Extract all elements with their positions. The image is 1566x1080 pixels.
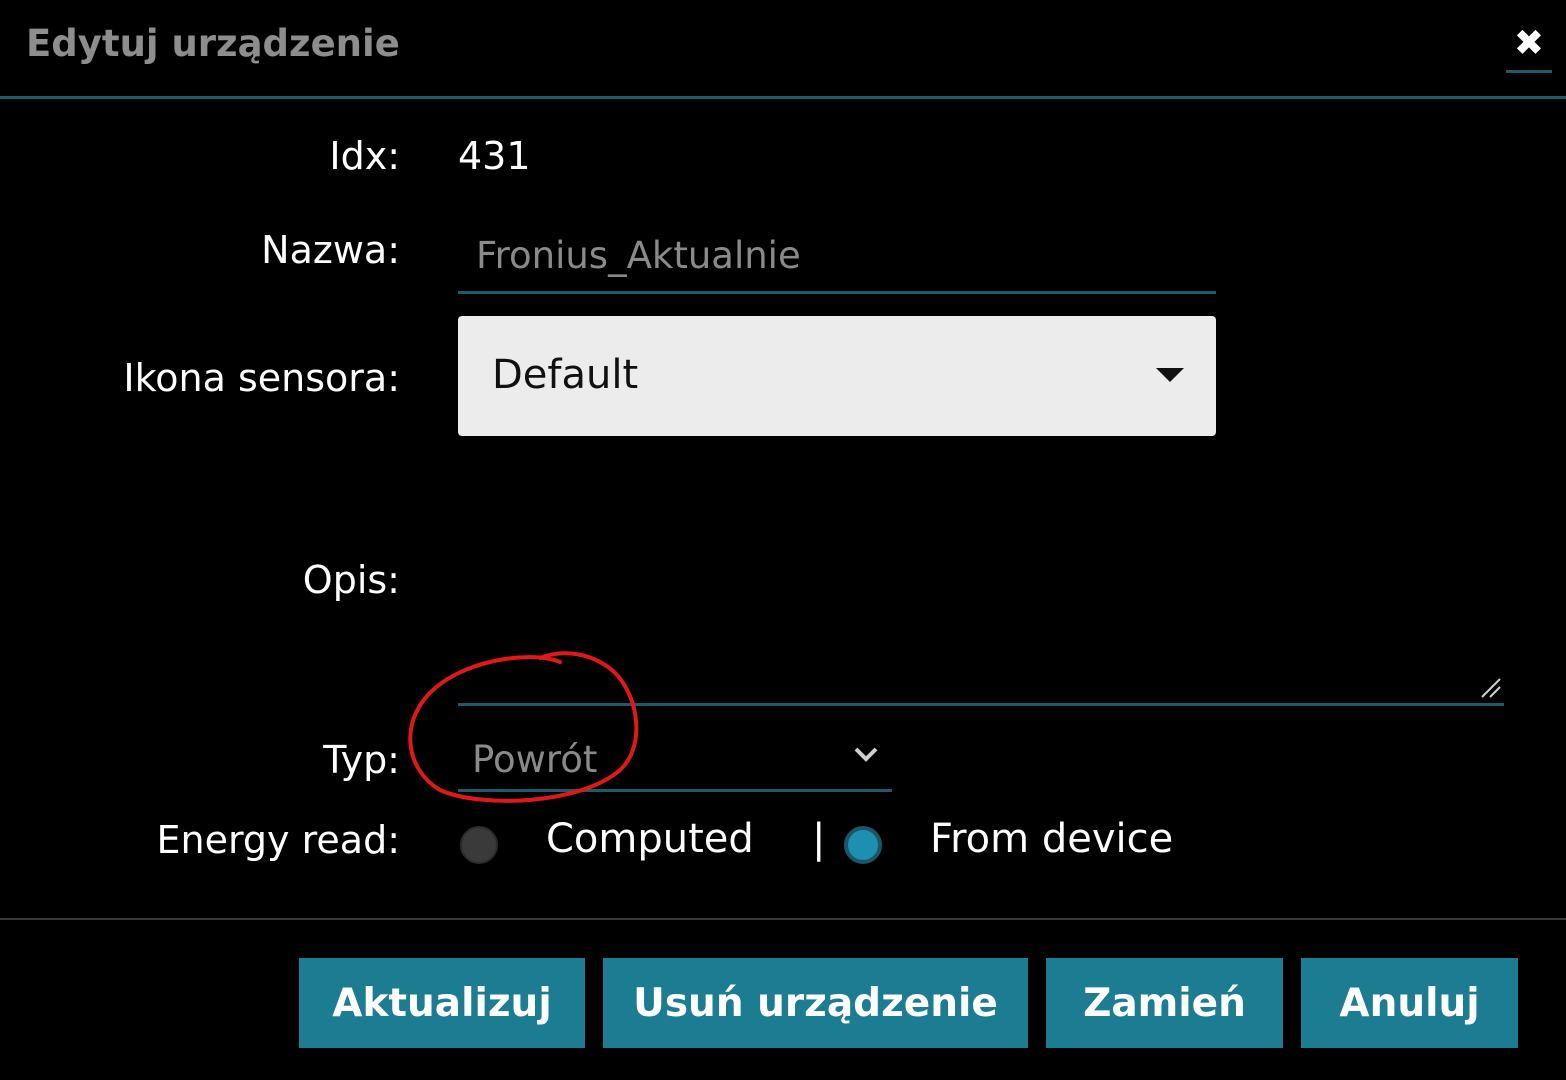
type-label: Typ: xyxy=(323,738,400,782)
energy-read-label: Energy read: xyxy=(156,818,401,862)
chevron-down-icon xyxy=(854,747,878,762)
energy-from-device-label[interactable]: From device xyxy=(930,816,1173,862)
update-button[interactable]: Aktualizuj xyxy=(299,958,585,1048)
footer-divider xyxy=(0,918,1566,920)
sensor-icon-select[interactable]: Default xyxy=(458,316,1216,436)
description-label: Opis: xyxy=(302,558,400,602)
edit-device-dialog: Edytuj urządzenie ✖ Idx: 431 Nazwa: Ikon… xyxy=(0,0,1566,1080)
name-label: Nazwa: xyxy=(261,228,400,272)
sensor-icon-label: Ikona sensora: xyxy=(123,356,400,400)
energy-computed-label[interactable]: Computed xyxy=(546,816,754,862)
sensor-icon-select-value: Default xyxy=(492,352,639,398)
dialog-titlebar: Edytuj urządzenie ✖ xyxy=(0,0,1566,99)
caret-down-icon xyxy=(1156,368,1184,382)
replace-button[interactable]: Zamień xyxy=(1046,958,1283,1048)
radio-separator: | xyxy=(812,816,826,862)
description-textarea[interactable] xyxy=(458,544,1504,706)
type-select[interactable]: Powrót xyxy=(458,726,892,792)
dialog-title: Edytuj urządzenie xyxy=(26,22,400,65)
idx-value: 431 xyxy=(458,134,531,178)
delete-device-button[interactable]: Usuń urządzenie xyxy=(603,958,1028,1048)
name-input[interactable] xyxy=(458,220,1216,294)
energy-from-device-radio[interactable] xyxy=(844,826,882,864)
resize-handle-icon[interactable] xyxy=(1478,675,1502,699)
close-icon: ✖ xyxy=(1513,23,1545,64)
cancel-button[interactable]: Anuluj xyxy=(1301,958,1518,1048)
type-select-value: Powrót xyxy=(472,738,598,781)
idx-label: Idx: xyxy=(329,134,400,178)
energy-computed-radio[interactable] xyxy=(460,826,498,864)
close-button[interactable]: ✖ xyxy=(1506,20,1552,73)
